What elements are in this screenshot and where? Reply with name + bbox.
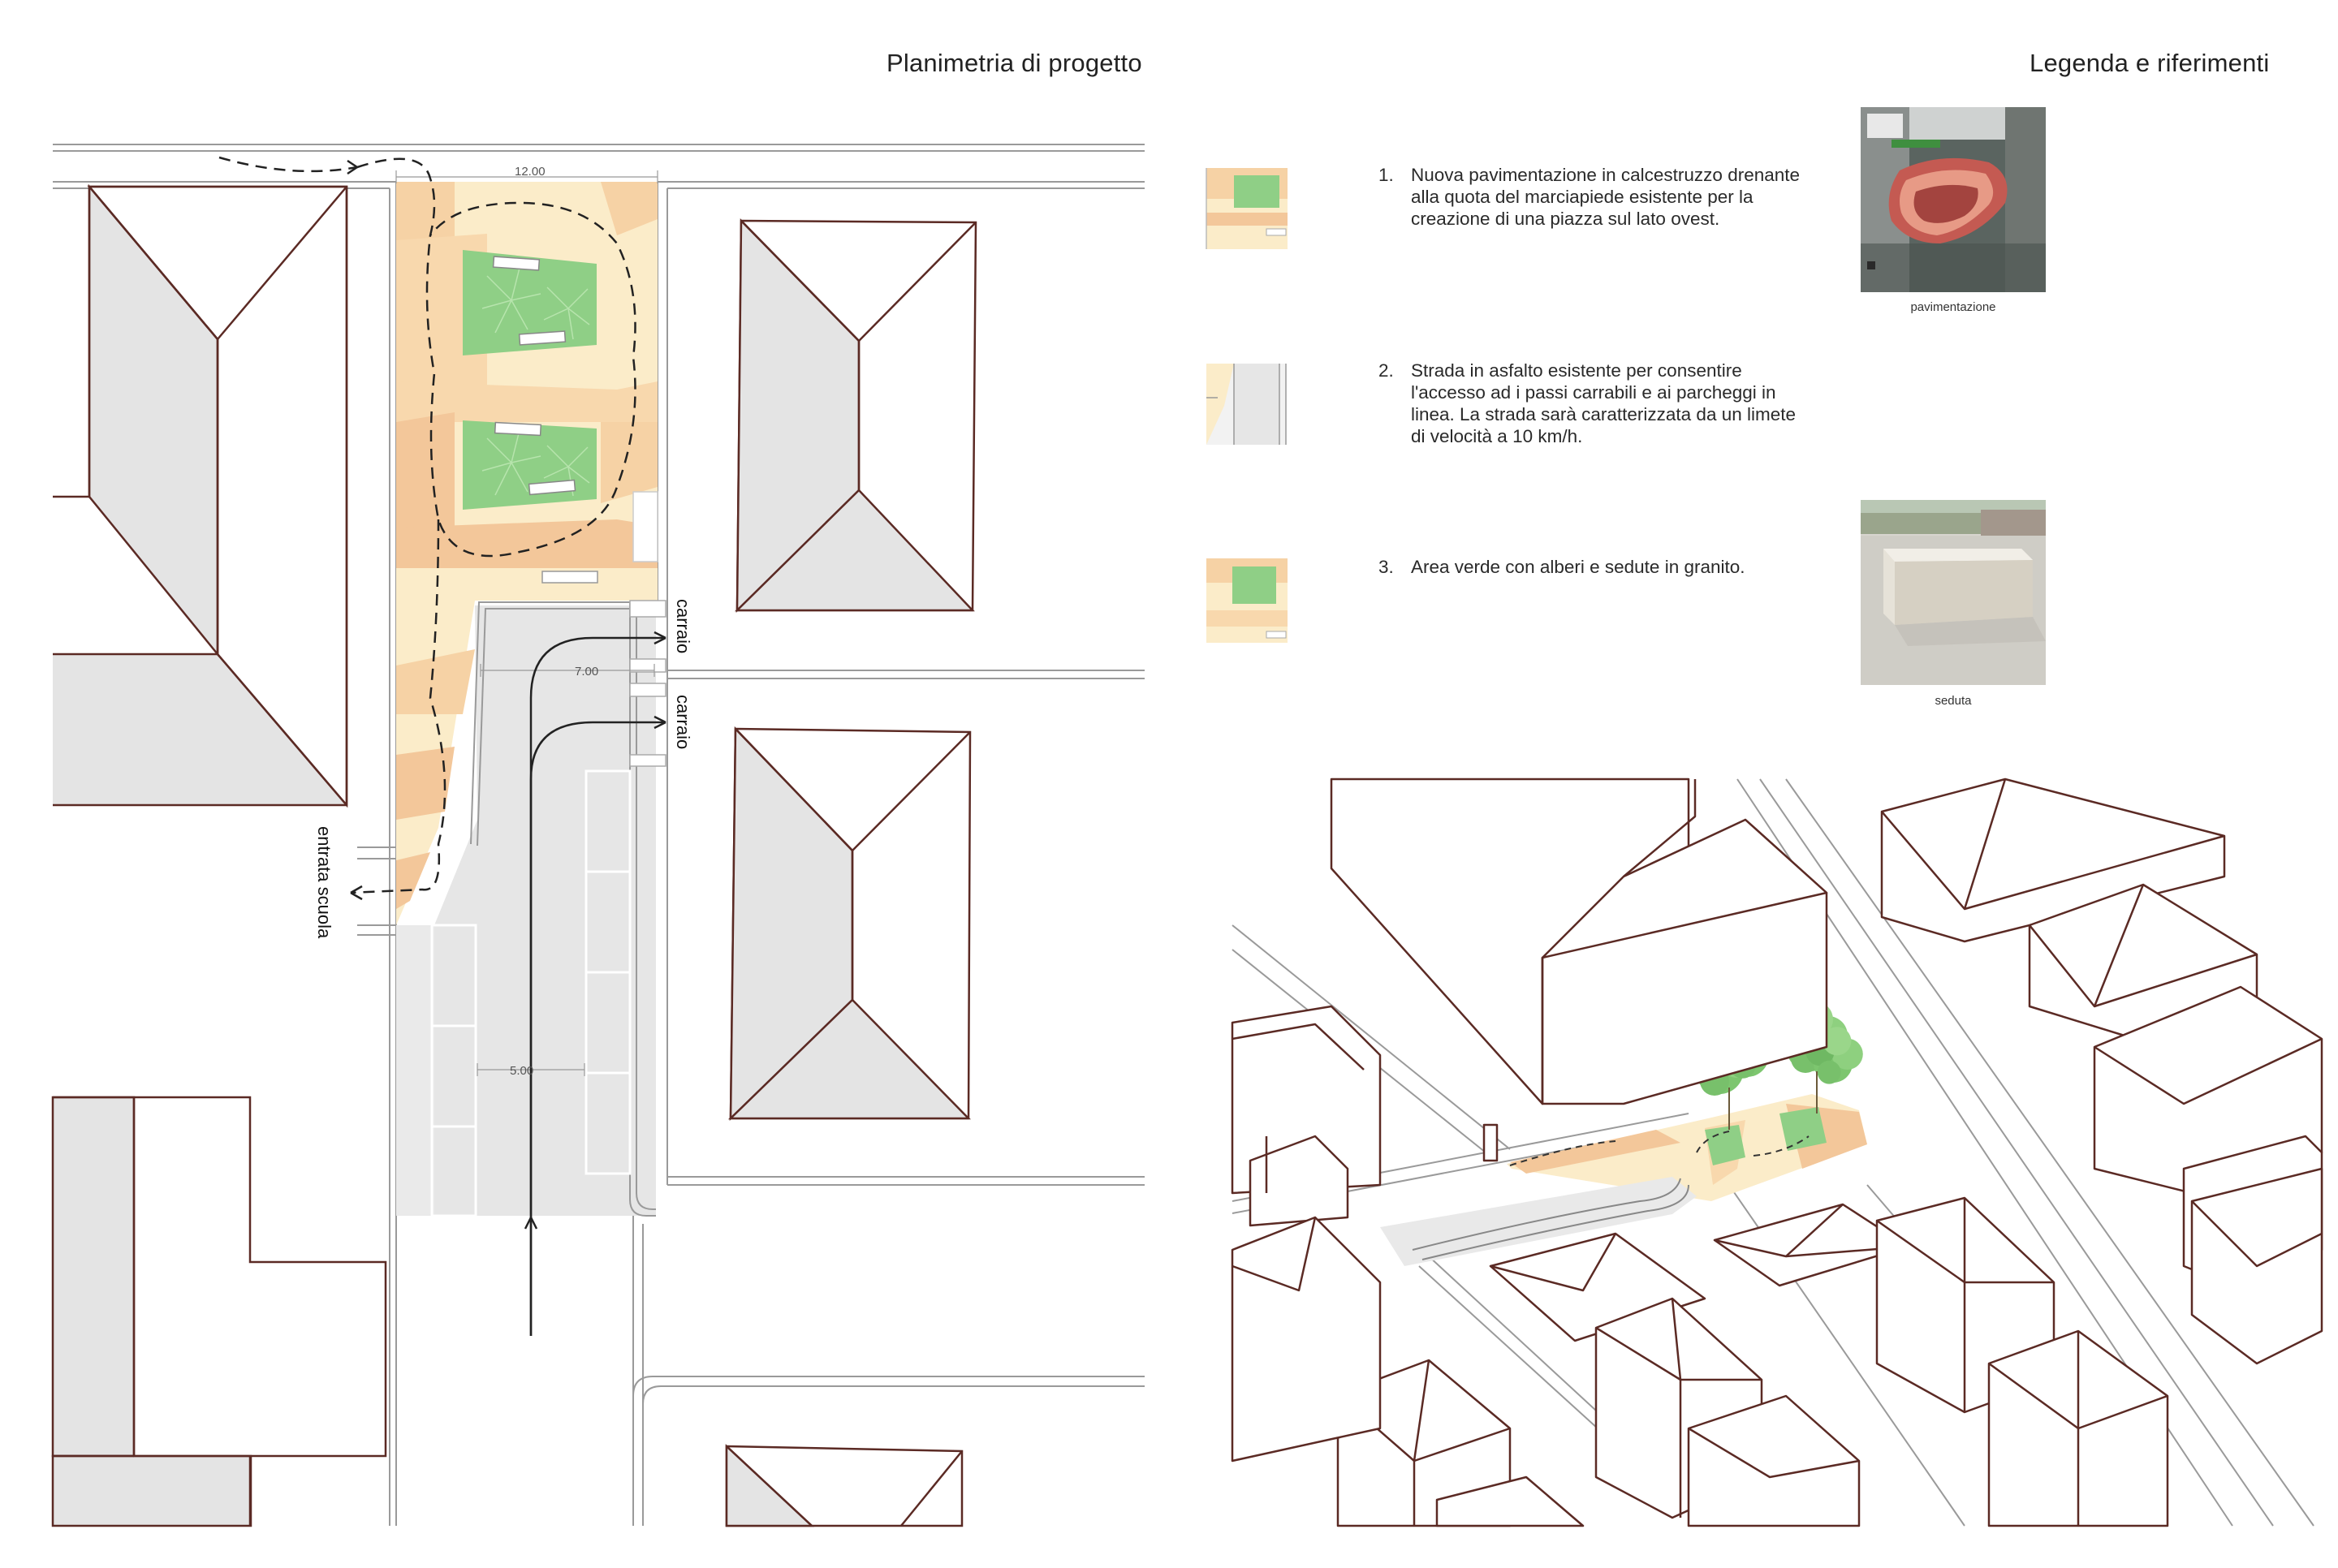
legend-number: 1. xyxy=(1378,165,1394,185)
dim-5: 5.00 xyxy=(510,1064,533,1078)
reference-caption-paving: pavimentazione xyxy=(1910,300,1996,314)
legend-text: Strada in asfalto esistente per consenti… xyxy=(1411,360,1797,446)
legend-thumb-3 xyxy=(1206,558,1288,643)
carraio-label-2: carraio xyxy=(673,695,693,749)
plan-title: Planimetria di progetto xyxy=(886,49,1142,77)
legend-thumb-1 xyxy=(1206,168,1288,249)
legend-title: Legenda e riferimenti xyxy=(2030,49,2270,77)
legend-text: Area verde con alberi e sedute in granit… xyxy=(1411,557,1745,577)
reference-photo-seat xyxy=(1861,500,2046,685)
legend-text: Nuova pavimentazione in calcestruzzo dre… xyxy=(1411,165,1801,229)
legend-number: 2. xyxy=(1378,360,1394,381)
school-entrance-label: entrata scuola xyxy=(314,826,334,939)
reference-caption-seat: seduta xyxy=(1935,694,1972,708)
carraio-label-1: carraio xyxy=(673,599,693,653)
dim-12: 12.00 xyxy=(515,165,546,179)
legend-thumb-2 xyxy=(1206,364,1287,445)
axonometric-view xyxy=(1231,778,2323,1527)
legend-number: 3. xyxy=(1378,557,1394,577)
masterplan-drawing: 12.00 7.00 5.00 carraio carraio entrata … xyxy=(51,107,2323,1527)
reference-photo-paving xyxy=(1861,107,2046,292)
dim-7: 7.00 xyxy=(575,665,598,678)
